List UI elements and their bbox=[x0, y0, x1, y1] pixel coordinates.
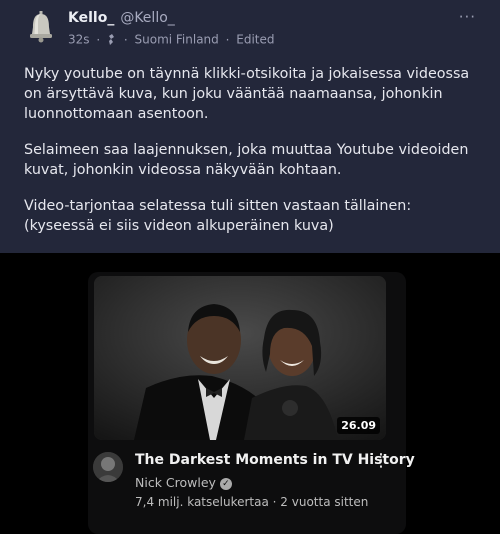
display-name[interactable]: Kello_ bbox=[68, 10, 114, 26]
channel-avatar[interactable] bbox=[93, 452, 123, 482]
channel-name[interactable]: Nick Crowley bbox=[135, 475, 216, 490]
post-content: Nyky youtube on täynnä klikki-otsikoita … bbox=[24, 64, 484, 236]
channel-row: Nick Crowley ✓ bbox=[135, 475, 232, 490]
separator: · bbox=[123, 32, 128, 47]
post-paragraph-1: Nyky youtube on täynnä klikki-otsikoita … bbox=[24, 66, 470, 122]
post-paragraph-3: Video-tarjontaa selatessa tuli sitten va… bbox=[24, 198, 412, 214]
author-row: Kello_ @Kello_ bbox=[68, 10, 175, 26]
post-header: Kello_ @Kello_ 32s · · Suomi Finland · Ed… bbox=[24, 8, 484, 48]
video-stats: 7,4 milj. katselukertaa · 2 vuotta sitte… bbox=[135, 495, 369, 509]
video-card[interactable]: 26.09 The Darkest Moments in TV History … bbox=[88, 272, 415, 534]
video-duration: 26.09 bbox=[337, 417, 380, 434]
bell-avatar-icon[interactable] bbox=[24, 10, 58, 44]
user-handle[interactable]: @Kello_ bbox=[120, 10, 174, 26]
post-meta: 32s · · Suomi Finland · Edited bbox=[68, 32, 275, 47]
verified-check-icon: ✓ bbox=[219, 477, 232, 490]
instance-name[interactable]: Suomi Finland bbox=[135, 33, 219, 47]
more-options-icon[interactable]: ··· bbox=[459, 8, 476, 26]
separator: · bbox=[96, 32, 101, 47]
timestamp[interactable]: 32s bbox=[68, 33, 90, 47]
edited-label[interactable]: Edited bbox=[236, 33, 274, 47]
post-paragraph-4: (kyseessä ei siis videon alkuperäinen ku… bbox=[24, 218, 334, 234]
video-thumbnail[interactable]: 26.09 bbox=[94, 276, 386, 440]
attached-screenshot[interactable]: 26.09 The Darkest Moments in TV History … bbox=[0, 253, 500, 534]
globe-icon bbox=[107, 33, 121, 47]
post-paragraph-2: Selaimeen saa laajennuksen, joka muuttaa… bbox=[24, 142, 469, 178]
more-vert-icon[interactable]: ⋮ bbox=[372, 450, 390, 471]
social-post: Kello_ @Kello_ 32s · · Suomi Finland · Ed… bbox=[0, 0, 500, 253]
separator: · bbox=[225, 32, 230, 47]
